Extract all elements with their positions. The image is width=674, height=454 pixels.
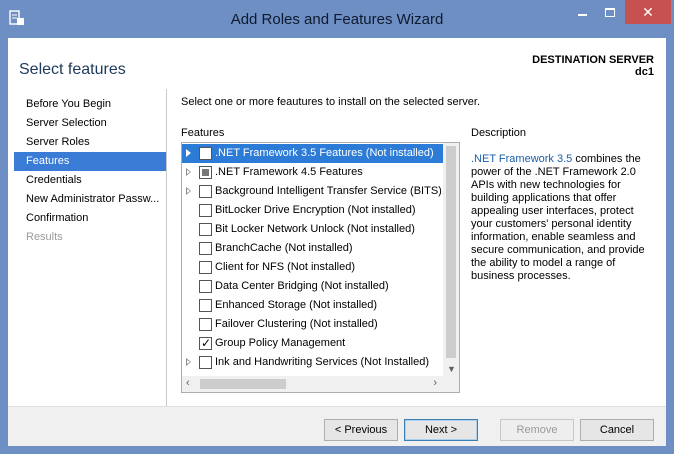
expand-arrow-icon[interactable] (186, 149, 191, 157)
feature-row-bitlocker[interactable]: BitLocker Drive Encryption (Not installe… (182, 201, 443, 220)
feature-checkbox[interactable] (199, 261, 212, 274)
feature-row-failover-clustering[interactable]: Failover Clustering (Not installed) (182, 315, 443, 334)
feature-row-enhanced-storage[interactable]: Enhanced Storage (Not installed) (182, 296, 443, 315)
wizard-window: Add Roles and Features Wizard ✕ Select f… (0, 0, 674, 454)
features-list: .NET Framework 3.5 Features (Not install… (182, 144, 443, 377)
description-heading: Description (471, 127, 527, 139)
destination-server-label: DESTINATION SERVER (532, 54, 654, 66)
feature-checkbox[interactable] (199, 204, 212, 217)
feature-row-net-framework-45[interactable]: .NET Framework 4.5 Features (182, 163, 443, 182)
vertical-scrollbar[interactable]: ▼ (443, 143, 459, 376)
feature-checkbox[interactable] (199, 223, 212, 236)
expand-arrow-icon[interactable] (186, 168, 191, 176)
feature-checkbox[interactable] (199, 280, 212, 293)
feature-label: Client for NFS (Not installed) (215, 261, 355, 273)
feature-row-data-center-bridging[interactable]: Data Center Bridging (Not installed) (182, 277, 443, 296)
feature-checkbox[interactable] (199, 318, 212, 331)
feature-checkbox[interactable] (199, 299, 212, 312)
feature-checkbox[interactable] (199, 356, 212, 369)
feature-row-client-for-nfs[interactable]: Client for NFS (Not installed) (182, 258, 443, 277)
nav-item-server-roles[interactable]: Server Roles (14, 133, 166, 152)
feature-row-group-policy-management[interactable]: Group Policy Management (182, 334, 443, 353)
wizard-nav: Before You Begin Server Selection Server… (14, 95, 166, 247)
feature-row-bitlocker-network-unlock[interactable]: Bit Locker Network Unlock (Not installed… (182, 220, 443, 239)
description-link[interactable]: .NET Framework 3.5 (471, 153, 572, 165)
scroll-down-arrow-icon[interactable]: ▼ (447, 364, 456, 374)
features-tree[interactable]: .NET Framework 3.5 Features (Not install… (181, 142, 460, 393)
feature-label: Failover Clustering (Not installed) (215, 318, 378, 330)
feature-checkbox[interactable] (199, 336, 212, 350)
maximize-icon (605, 7, 615, 17)
description-text: combines the power of the .NET Framework… (471, 153, 645, 282)
feature-label: Enhanced Storage (Not installed) (215, 299, 378, 311)
feature-row-ink-handwriting[interactable]: Ink and Handwriting Services (Not Instal… (182, 353, 443, 372)
nav-item-results: Results (26, 231, 63, 243)
feature-label: Group Policy Management (215, 337, 346, 349)
feature-checkbox[interactable] (199, 166, 212, 179)
nav-item-features[interactable]: Features (14, 152, 166, 171)
vertical-scroll-thumb[interactable] (446, 146, 456, 358)
nav-divider (166, 89, 167, 411)
feature-label: Ink and Handwriting Services (Not Instal… (215, 356, 429, 368)
feature-row-net-framework-35[interactable]: .NET Framework 3.5 Features (Not install… (182, 144, 443, 163)
next-button[interactable]: Next > (404, 419, 478, 441)
horizontal-scrollbar[interactable]: ‹ › (182, 376, 443, 392)
wizard-content: Select features DESTINATION SERVER dc1 B… (8, 38, 666, 446)
horizontal-scroll-thumb[interactable] (200, 379, 286, 389)
feature-description: .NET Framework 3.5 combines the power of… (471, 153, 651, 283)
scrollbar-corner (443, 376, 459, 392)
feature-label: BitLocker Drive Encryption (Not installe… (215, 204, 416, 216)
wizard-footer: < Previous Next > Remove Cancel (8, 406, 666, 446)
expand-arrow-icon[interactable] (186, 358, 191, 366)
feature-checkbox[interactable] (199, 147, 212, 160)
maximize-button[interactable] (597, 0, 623, 24)
feature-row-branchcache[interactable]: BranchCache (Not installed) (182, 239, 443, 258)
nav-item-confirmation[interactable]: Confirmation (14, 209, 166, 228)
previous-button[interactable]: < Previous (324, 419, 398, 441)
feature-label: Bit Locker Network Unlock (Not installed… (215, 223, 415, 235)
close-icon: ✕ (642, 4, 654, 20)
instruction-text: Select one or more feautures to install … (181, 96, 480, 108)
nav-item-before-you-begin[interactable]: Before You Begin (14, 95, 166, 114)
feature-label: .NET Framework 4.5 Features (215, 166, 363, 178)
scroll-right-arrow-icon[interactable]: › (433, 377, 437, 389)
expand-arrow-icon[interactable] (186, 187, 191, 195)
destination-server-name: dc1 (635, 66, 654, 78)
nav-item-server-selection[interactable]: Server Selection (14, 114, 166, 133)
page-title: Select features (19, 61, 126, 78)
cancel-button[interactable]: Cancel (580, 419, 654, 441)
feature-checkbox[interactable] (199, 242, 212, 255)
scroll-left-arrow-icon[interactable]: ‹ (186, 377, 190, 389)
title-bar[interactable]: Add Roles and Features Wizard ✕ (0, 0, 674, 38)
nav-item-credentials[interactable]: Credentials (14, 171, 166, 190)
remove-button: Remove (500, 419, 574, 441)
feature-label: BranchCache (Not installed) (215, 242, 353, 254)
features-heading: Features (181, 127, 225, 139)
minimize-button[interactable] (569, 0, 595, 24)
minimize-icon (577, 14, 587, 16)
feature-checkbox[interactable] (199, 185, 212, 198)
feature-row-bits[interactable]: Background Intelligent Transfer Service … (182, 182, 443, 201)
feature-label: Data Center Bridging (Not installed) (215, 280, 389, 292)
feature-label: Background Intelligent Transfer Service … (215, 185, 443, 197)
nav-item-new-administrator-password[interactable]: New Administrator Passw... (14, 190, 166, 209)
feature-label: .NET Framework 3.5 Features (Not install… (215, 147, 434, 159)
close-button[interactable]: ✕ (625, 0, 671, 24)
